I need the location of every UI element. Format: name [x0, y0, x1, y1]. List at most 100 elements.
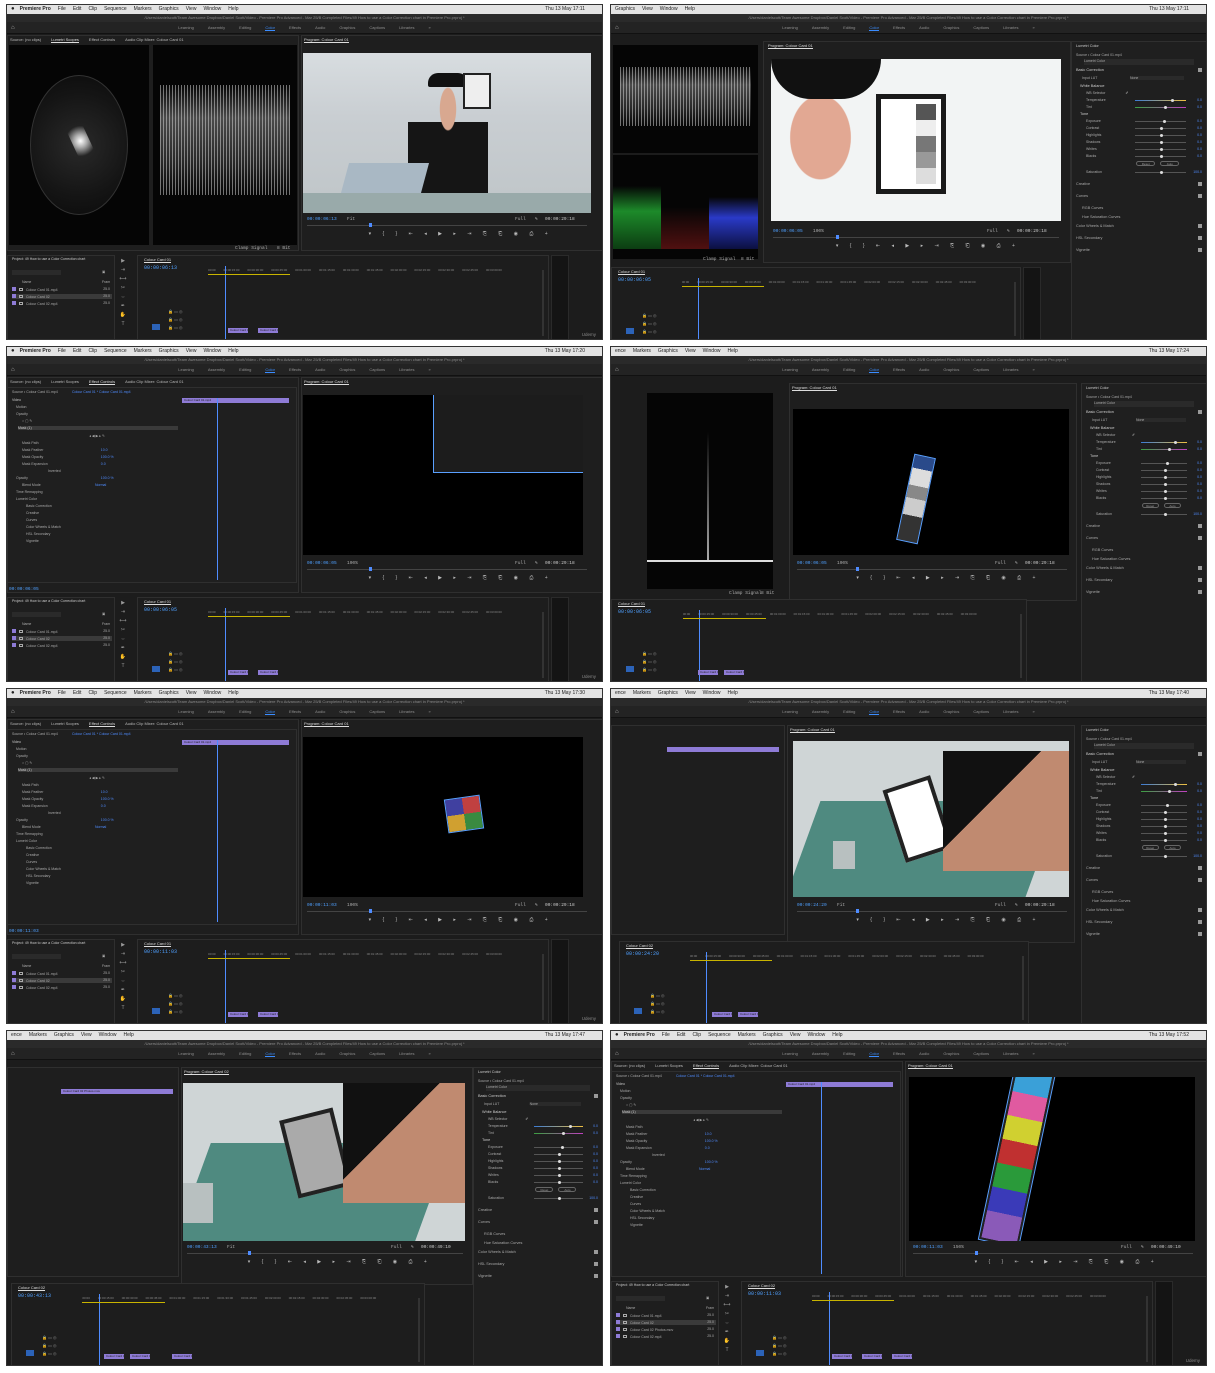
workspace-tab-editing[interactable]: Editing [239, 25, 251, 30]
white-balance-header[interactable]: White Balance [1090, 426, 1114, 430]
menu-item-markers[interactable]: Markers [29, 1032, 47, 1038]
razor-tool-icon[interactable]: ✂ [119, 626, 127, 635]
project-item-row-1[interactable]: Colour Card 02 25.0 [12, 978, 112, 983]
transport-controls[interactable]: ▾ { } ⇤ ◂ ▶ ▸ ⇥ ⎘ ⎗ ◉ ⎙ + [856, 575, 1040, 581]
slider-track[interactable] [534, 1174, 583, 1177]
v1-track-target[interactable] [626, 328, 634, 335]
scrub-bar[interactable] [187, 1253, 463, 1254]
slider-row-tint[interactable]: Tint 0.0 [1096, 447, 1202, 453]
slider-track[interactable] [1140, 818, 1188, 821]
slider-value[interactable]: 0.0 [1197, 475, 1202, 479]
slider-track[interactable] [1140, 783, 1188, 786]
timeline-clip-0[interactable]: Colour Card 01.mp4 [228, 328, 248, 333]
lumetri-section-checkbox-1[interactable] [594, 1220, 598, 1224]
menu-item-graphics[interactable]: Graphics [54, 1032, 74, 1038]
slider-value[interactable]: 0.0 [1197, 782, 1202, 786]
tone-header[interactable]: Tone [1090, 796, 1098, 800]
app-name-menu[interactable]: Premiere Pro [20, 348, 51, 354]
slider-track[interactable] [1134, 120, 1186, 123]
workspace-tab-learning[interactable]: Learning [782, 1051, 798, 1056]
timeline-clip-1[interactable]: Colour Card 01.mp4 [724, 670, 744, 675]
ec-lumetri-item-5[interactable]: Vignette [630, 1223, 643, 1227]
workspace-tab-learning[interactable]: Learning [782, 25, 798, 30]
lumetri-section-1[interactable]: Curves [478, 1220, 490, 1224]
program-monitor-tab[interactable]: Program: Colour Card 01 [768, 43, 813, 49]
hand-tool-icon[interactable]: ✋ [723, 1337, 731, 1346]
sequence-timecode[interactable]: 00:00:06:05 [618, 609, 651, 615]
slider-value[interactable]: 0.0 [593, 1180, 598, 1184]
timeline-playhead[interactable] [828, 1292, 830, 1365]
slider-value[interactable]: 100.0 [1193, 512, 1202, 516]
auto-button[interactable]: Auto [1163, 503, 1182, 508]
menu-item-edit[interactable]: Edit [677, 1032, 686, 1038]
lumetri-section-1[interactable]: Curves [1086, 536, 1098, 540]
menu-item-graphics[interactable]: Graphics [658, 690, 678, 696]
quality-select[interactable]: Full [515, 903, 526, 908]
slider-knob[interactable] [1174, 441, 1178, 444]
workspace-tab-graphics[interactable]: Graphics [943, 709, 959, 714]
scrub-bar[interactable] [797, 911, 1067, 912]
workspace-tab-assembly[interactable]: Assembly [208, 367, 225, 372]
project-item-row-2[interactable]: Colour Card 02.mp4 25.0 [12, 643, 112, 648]
slider-row-tint[interactable]: Tint 0.0 [488, 1131, 598, 1137]
lumetri-section-3[interactable]: Hue Saturation Curves [1082, 215, 1120, 219]
playhead-timecode[interactable]: 00:00:11:03 [307, 903, 337, 908]
slider-row-blacks[interactable]: Blacks 0.0 [1086, 154, 1202, 160]
lumetri-section-6[interactable]: Vignette [1086, 932, 1100, 936]
input-lut-row[interactable]: Input LUT None [1092, 760, 1202, 766]
scrub-knob[interactable] [974, 1251, 978, 1255]
slip-tool-icon[interactable]: ⇔ [723, 1319, 731, 1328]
ec-lumetri-item-1[interactable]: Creative [26, 511, 39, 515]
workspace-tab-color[interactable]: Color [869, 709, 879, 715]
wrench-icon[interactable]: ✎ [535, 217, 538, 222]
ec-row-mask-expansion[interactable]: Mask Expansion [22, 462, 48, 466]
zoom-select[interactable]: 150% [953, 1245, 964, 1250]
work-area-bar[interactable] [208, 274, 291, 275]
workspace-tab-audio[interactable]: Audio [315, 367, 325, 372]
timeline-clip-0[interactable]: Colour Card 01.mp4 [712, 1012, 732, 1017]
slider-track[interactable] [534, 1181, 583, 1184]
app-name-menu[interactable]: Premiere Pro [20, 6, 51, 12]
slider-value[interactable]: 0.0 [593, 1159, 598, 1163]
slider-value[interactable]: 0.0 [593, 1166, 598, 1170]
slider-track[interactable] [1140, 804, 1188, 807]
panel-tab-1[interactable]: Lumetri Scopes [51, 721, 79, 726]
workspace-tab-audio[interactable]: Audio [315, 709, 325, 714]
workspace-tab-audio[interactable]: Audio [919, 25, 929, 30]
lumetri-section-1[interactable]: Curves [1076, 194, 1088, 198]
input-lut-value[interactable]: None [1136, 760, 1186, 764]
timeline-tab[interactable]: Colour Card 01 [618, 601, 655, 607]
quality-select[interactable]: Full [1121, 1245, 1132, 1250]
lumetri-section-0[interactable]: Creative [1086, 866, 1100, 870]
pen-tool-icon[interactable]: ✒ [723, 1328, 731, 1337]
slider-track[interactable] [1140, 513, 1188, 516]
menu-item-sequence[interactable]: Sequence [104, 348, 127, 354]
project-item-row-1[interactable]: Colour Card 02 25.0 [12, 294, 112, 299]
slider-value[interactable]: 0.0 [1197, 461, 1202, 465]
slider-value[interactable]: 0.0 [1197, 824, 1202, 828]
workspace-tab-more[interactable]: » [1033, 25, 1035, 30]
ec-lumetri-item-4[interactable]: HSL Secondary [26, 532, 50, 536]
project-item-row-0[interactable]: Colour Card 01.mp4 25.0 [12, 629, 112, 634]
apple-logo-icon[interactable]: ● [615, 1032, 619, 1038]
input-lut-value[interactable]: None [1136, 418, 1186, 422]
menu-item-clip[interactable]: Clip [692, 1032, 701, 1038]
slider-track[interactable] [1140, 497, 1188, 500]
new-bin-icon[interactable]: ▣ [102, 612, 105, 616]
basic-correction-header[interactable]: Basic Correction [1086, 410, 1114, 414]
slider-knob[interactable] [1164, 106, 1168, 109]
menu-item-graphics[interactable]: Graphics [658, 348, 678, 354]
panel-tab-2[interactable]: Effect Controls [88, 379, 116, 385]
slider-value[interactable]: 0.0 [1197, 789, 1202, 793]
timeline-playhead[interactable] [706, 952, 708, 1023]
playhead-timecode[interactable]: 00:00:06:13 [307, 217, 337, 222]
slider-knob[interactable] [558, 1174, 562, 1177]
sequence-tab[interactable]: Colour Card 01 [144, 941, 172, 947]
workspace-tab-learning[interactable]: Learning [178, 1051, 194, 1056]
lumetri-section-checkbox-1[interactable] [1198, 194, 1202, 198]
timeline-clip-1[interactable]: Colour Card 01.mp4 [258, 1012, 278, 1017]
ec-row-time-remap[interactable]: Time Remapping [620, 1174, 647, 1178]
v1-track-target[interactable] [756, 1349, 764, 1356]
basic-correction-header[interactable]: Basic Correction [1076, 68, 1104, 72]
ec-row-blend[interactable]: Blend Mode [22, 483, 41, 487]
